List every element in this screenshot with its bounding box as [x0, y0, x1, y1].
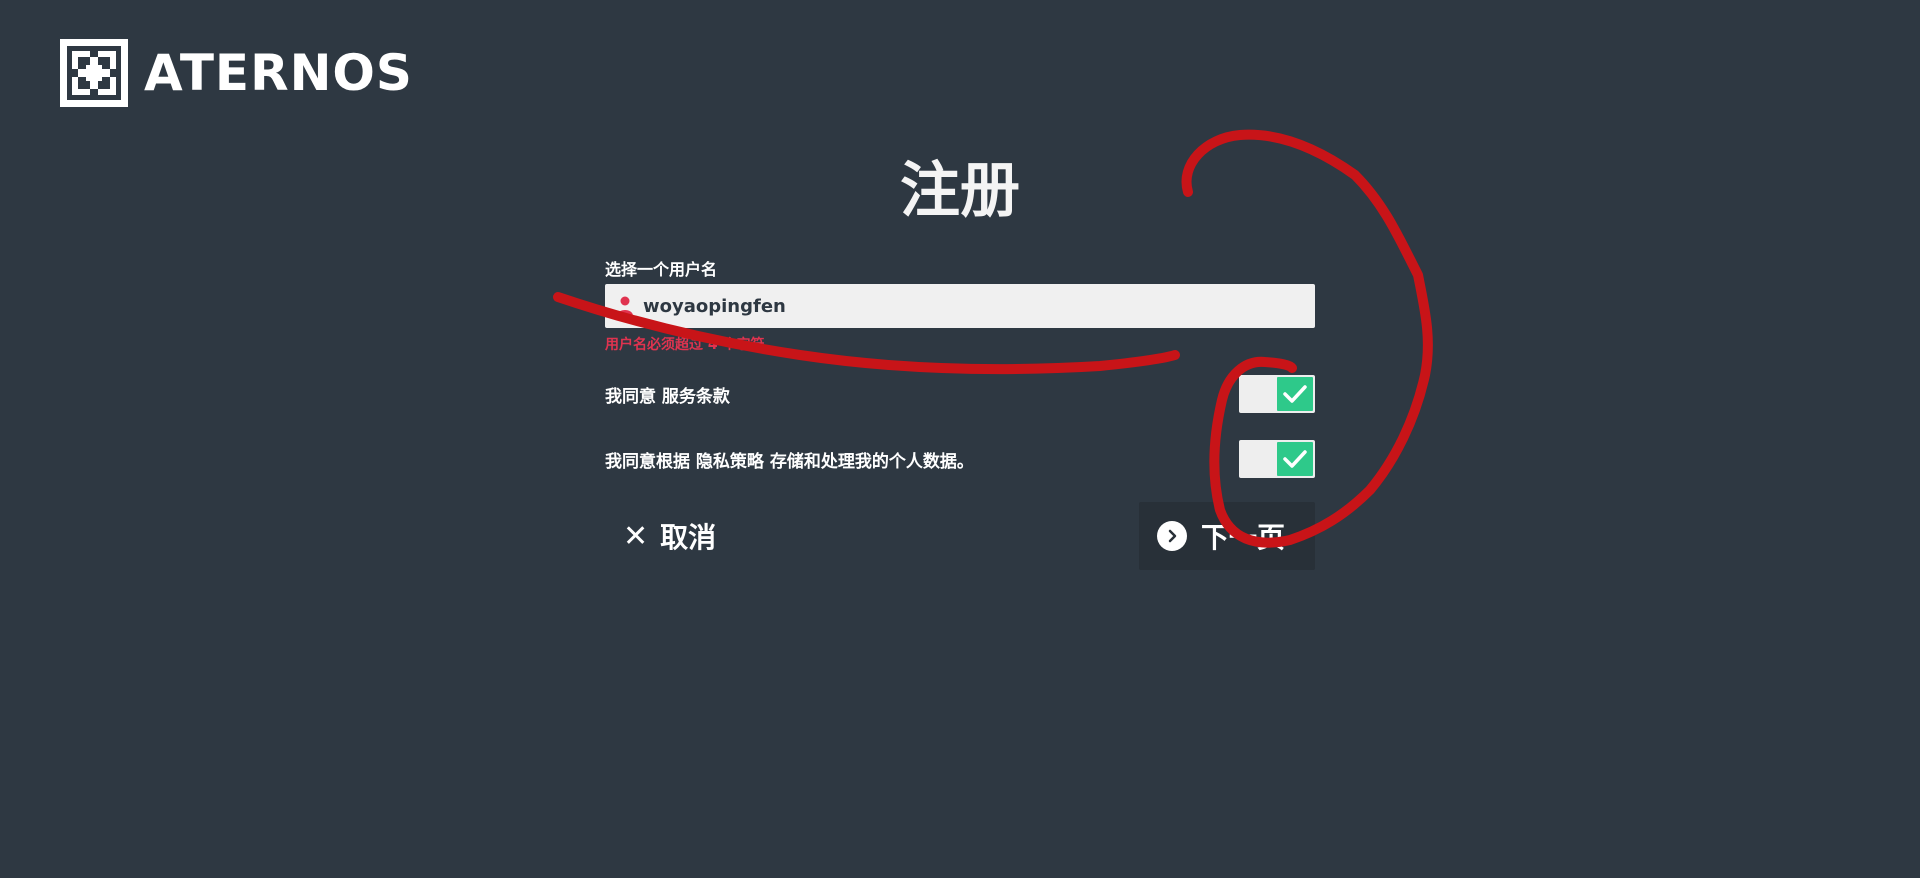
- privacy-toggle-knob: [1277, 442, 1313, 476]
- brand-name: ATERNOS: [144, 44, 413, 102]
- check-icon: [1283, 385, 1307, 403]
- privacy-prefix: 我同意根据: [605, 451, 696, 472]
- privacy-row: 我同意根据 隐私策略 存储和处理我的个人数据。: [605, 439, 1315, 479]
- brand-logo[interactable]: ATERNOS: [60, 39, 413, 107]
- aternos-logo-icon: [60, 39, 128, 107]
- privacy-text: 我同意根据 隐私策略 存储和处理我的个人数据。: [605, 447, 974, 472]
- username-input[interactable]: [643, 284, 1303, 328]
- privacy-link[interactable]: 隐私策略: [696, 452, 764, 472]
- username-label: 选择一个用户名: [605, 260, 718, 279]
- form-buttons: ✕ 取消 下一页: [605, 502, 1315, 570]
- check-icon: [1283, 450, 1307, 468]
- terms-prefix: 我同意: [605, 386, 662, 407]
- register-form: 选择一个用户名 用户名必须超过 4 个字符 我同意 服务条款 我同意根据 隐私策…: [605, 256, 1315, 570]
- register-page: ATERNOS 注册 选择一个用户名 用户名必须超过 4 个字符 我同意 服务条…: [0, 0, 1920, 878]
- terms-link[interactable]: 服务条款: [662, 387, 730, 407]
- page-title: 注册: [900, 156, 1020, 226]
- user-icon: [617, 296, 633, 316]
- terms-text: 我同意 服务条款: [605, 382, 730, 407]
- chevron-right-icon: [1168, 529, 1177, 543]
- terms-toggle-knob: [1277, 377, 1313, 411]
- terms-row: 我同意 服务条款: [605, 374, 1315, 414]
- next-label: 下一页: [1201, 521, 1286, 554]
- close-icon: ✕: [623, 518, 649, 554]
- terms-toggle[interactable]: [1239, 375, 1315, 413]
- username-field[interactable]: [605, 284, 1315, 328]
- cancel-label: 取消: [660, 521, 717, 554]
- username-error: 用户名必须超过 4 个字符: [605, 337, 765, 353]
- next-button[interactable]: 下一页: [1139, 502, 1315, 570]
- chevron-right-circle-icon: [1157, 521, 1187, 551]
- cancel-button[interactable]: ✕ 取消: [605, 502, 734, 570]
- privacy-toggle[interactable]: [1239, 440, 1315, 478]
- privacy-suffix: 存储和处理我的个人数据。: [763, 451, 974, 472]
